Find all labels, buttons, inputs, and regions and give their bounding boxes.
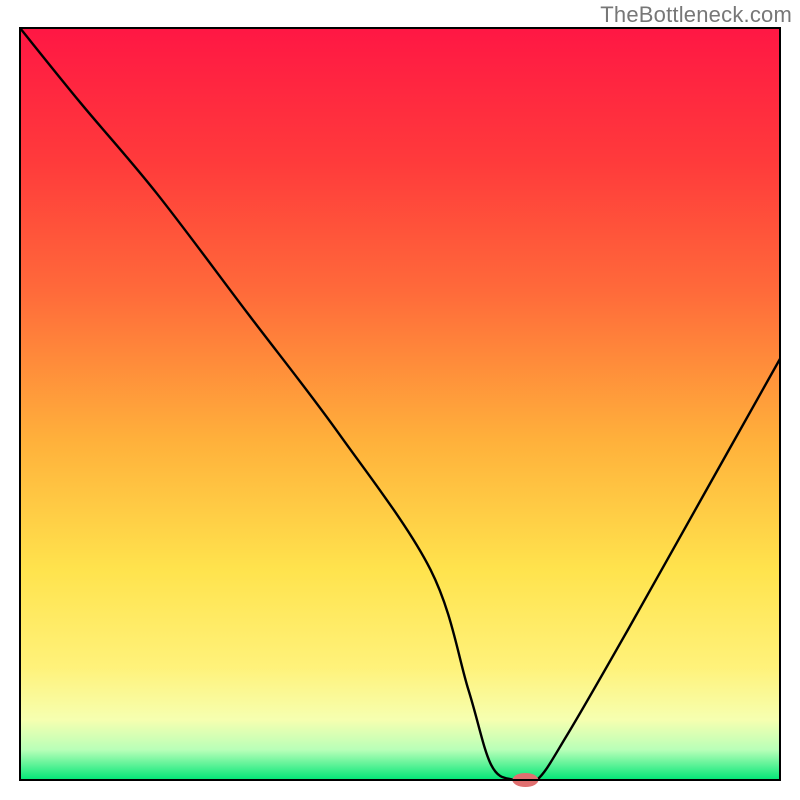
plot-background — [20, 28, 780, 780]
attribution-label: TheBottleneck.com — [600, 2, 792, 28]
bottleneck-chart: TheBottleneck.com — [0, 0, 800, 800]
chart-svg — [0, 0, 800, 800]
